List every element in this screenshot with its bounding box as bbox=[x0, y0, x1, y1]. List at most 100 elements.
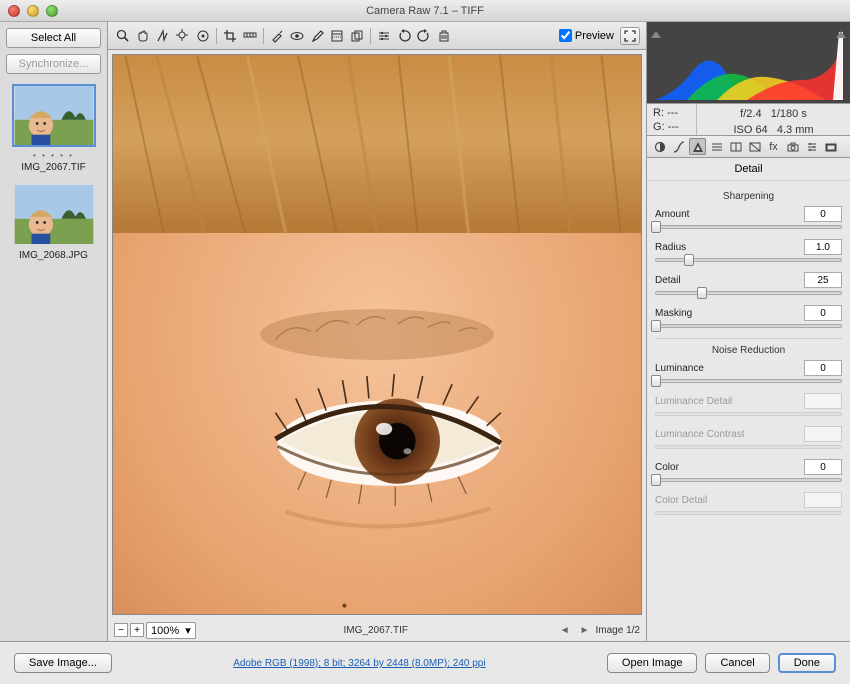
slider-luminance: Luminance bbox=[655, 360, 842, 383]
slider-thumb[interactable] bbox=[651, 474, 661, 486]
clone-tool-icon[interactable] bbox=[348, 27, 366, 45]
maximize-window-button[interactable] bbox=[46, 5, 58, 17]
right-panel: R: ---G: ---B: --- f/2.4 1/180 s ISO 64 … bbox=[646, 22, 850, 641]
close-window-button[interactable] bbox=[8, 5, 20, 17]
zoom-tool-icon[interactable] bbox=[114, 27, 132, 45]
shadow-clip-icon[interactable] bbox=[651, 26, 661, 38]
hand-tool-icon[interactable] bbox=[134, 27, 152, 45]
tab-basic[interactable] bbox=[651, 138, 668, 155]
fullscreen-button[interactable] bbox=[620, 27, 640, 45]
zoom-in-button[interactable]: + bbox=[130, 623, 144, 637]
slider-value-input[interactable] bbox=[804, 206, 842, 222]
tab-snapshot[interactable] bbox=[822, 138, 839, 155]
rotate-cw-icon[interactable] bbox=[415, 27, 433, 45]
slider-thumb[interactable] bbox=[697, 287, 707, 299]
slider-thumb[interactable] bbox=[651, 375, 661, 387]
targeted-adjustment-tool-icon[interactable] bbox=[194, 27, 212, 45]
slider-thumb[interactable] bbox=[684, 254, 694, 266]
slider-label: Luminance Contrast bbox=[655, 429, 745, 440]
image-viewport[interactable] bbox=[112, 54, 642, 615]
thumbnail-label: IMG_2067.TIF bbox=[6, 162, 101, 173]
slider-amount: Amount bbox=[655, 206, 842, 229]
tab-fx[interactable]: fx bbox=[765, 138, 782, 155]
slider-label: Luminance bbox=[655, 363, 704, 374]
thumbnail[interactable] bbox=[12, 183, 96, 246]
noise-reduction-header: Noise Reduction bbox=[655, 341, 842, 360]
slider-label: Amount bbox=[655, 209, 689, 220]
current-image-name: IMG_2067.TIF bbox=[202, 625, 550, 636]
preview-checkbox[interactable]: Preview bbox=[559, 29, 614, 42]
minimize-window-button[interactable] bbox=[27, 5, 39, 17]
panel-title: Detail bbox=[647, 158, 850, 181]
done-button[interactable]: Done bbox=[778, 653, 836, 673]
zoom-out-button[interactable]: − bbox=[114, 623, 128, 637]
slider-track[interactable] bbox=[655, 478, 842, 482]
info-bar: R: ---G: ---B: --- f/2.4 1/180 s ISO 64 … bbox=[647, 104, 850, 136]
image-footer: − + 100% ▾ IMG_2067.TIF ◄ ► Image 1/2 bbox=[108, 619, 646, 641]
workflow-options-link[interactable]: Adobe RGB (1998); 8 bit; 3264 by 2448 (8… bbox=[233, 658, 485, 669]
tab-split[interactable] bbox=[727, 138, 744, 155]
spot-removal-tool-icon[interactable] bbox=[268, 27, 286, 45]
rgb-readout: R: ---G: ---B: --- bbox=[647, 104, 697, 135]
preferences-icon[interactable] bbox=[375, 27, 393, 45]
slider-thumb[interactable] bbox=[651, 320, 661, 332]
mark-delete-icon[interactable] bbox=[435, 27, 453, 45]
thumbnail-status: • • • • • bbox=[6, 151, 101, 160]
slider-track bbox=[655, 412, 842, 416]
highlight-clip-icon[interactable] bbox=[836, 26, 846, 38]
thumbnail[interactable] bbox=[12, 84, 96, 147]
slider-label: Color bbox=[655, 462, 679, 473]
slider-luminance-contrast: Luminance Contrast bbox=[655, 426, 842, 449]
red-eye-tool-icon[interactable] bbox=[288, 27, 306, 45]
histogram[interactable] bbox=[647, 22, 850, 104]
slider-track[interactable] bbox=[655, 225, 842, 229]
slider-thumb[interactable] bbox=[651, 221, 661, 233]
filmstrip-panel: Select All Synchronize... • • • • • IMG_… bbox=[0, 22, 108, 641]
tab-lens[interactable] bbox=[746, 138, 763, 155]
tab-preset[interactable] bbox=[803, 138, 820, 155]
thumbnail-label: IMG_2068.JPG bbox=[6, 250, 101, 261]
tab-detail[interactable] bbox=[689, 138, 706, 155]
crop-tool-icon[interactable] bbox=[221, 27, 239, 45]
center-panel: Preview bbox=[108, 22, 646, 641]
tab-camera[interactable] bbox=[784, 138, 801, 155]
open-image-button[interactable]: Open Image bbox=[607, 653, 698, 673]
white-balance-tool-icon[interactable] bbox=[154, 27, 172, 45]
slider-color-detail: Color Detail bbox=[655, 492, 842, 515]
next-image-button[interactable]: ► bbox=[576, 625, 594, 636]
slider-radius: Radius bbox=[655, 239, 842, 262]
tab-curves[interactable] bbox=[670, 138, 687, 155]
slider-value-input[interactable] bbox=[804, 360, 842, 376]
straighten-tool-icon[interactable] bbox=[241, 27, 259, 45]
slider-track[interactable] bbox=[655, 379, 842, 383]
rotate-ccw-icon[interactable] bbox=[395, 27, 413, 45]
color-sampler-tool-icon[interactable] bbox=[174, 27, 192, 45]
slider-value-input[interactable] bbox=[804, 239, 842, 255]
slider-label: Color Detail bbox=[655, 495, 707, 506]
previous-image-button[interactable]: ◄ bbox=[556, 625, 574, 636]
zoom-level-select[interactable]: 100% ▾ bbox=[146, 622, 196, 639]
slider-track bbox=[655, 511, 842, 515]
slider-luminance-detail: Luminance Detail bbox=[655, 393, 842, 416]
slider-label: Detail bbox=[655, 275, 681, 286]
grad-filter-tool-icon[interactable] bbox=[328, 27, 346, 45]
slider-value-input[interactable] bbox=[804, 459, 842, 475]
slider-label: Masking bbox=[655, 308, 692, 319]
select-all-button[interactable]: Select All bbox=[6, 28, 101, 48]
slider-value-input[interactable] bbox=[804, 305, 842, 321]
cancel-button[interactable]: Cancel bbox=[705, 653, 769, 673]
bottom-bar: Save Image... Adobe RGB (1998); 8 bit; 3… bbox=[0, 641, 850, 684]
slider-value-input bbox=[804, 393, 842, 409]
tab-hsl[interactable] bbox=[708, 138, 725, 155]
slider-track bbox=[655, 445, 842, 449]
save-image-button[interactable]: Save Image... bbox=[14, 653, 112, 673]
brush-tool-icon[interactable] bbox=[308, 27, 326, 45]
slider-value-input bbox=[804, 492, 842, 508]
window-title: Camera Raw 7.1 – TIFF bbox=[58, 5, 792, 17]
slider-track[interactable] bbox=[655, 324, 842, 328]
synchronize-button[interactable]: Synchronize... bbox=[6, 54, 101, 74]
preview-checkbox-input[interactable] bbox=[559, 29, 572, 42]
slider-track[interactable] bbox=[655, 258, 842, 262]
slider-track[interactable] bbox=[655, 291, 842, 295]
slider-value-input[interactable] bbox=[804, 272, 842, 288]
